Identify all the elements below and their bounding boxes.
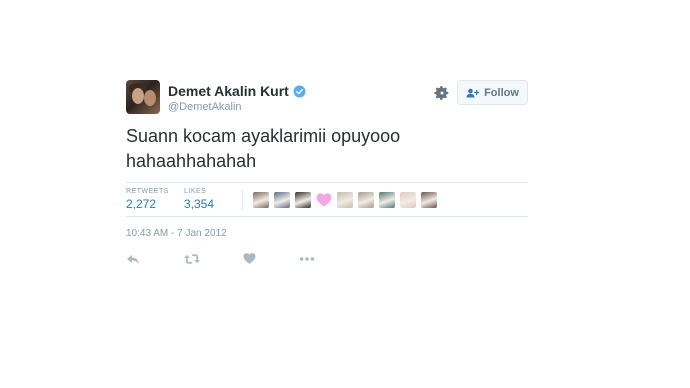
liker-avatar[interactable] <box>379 192 395 208</box>
tweet-header: Demet Akalin Kurt @DemetAkalin Follow <box>126 78 528 116</box>
gear-icon[interactable] <box>434 85 450 101</box>
liker-avatar[interactable] <box>400 192 416 208</box>
liker-avatar[interactable] <box>358 192 374 208</box>
avatar-face-right <box>144 90 156 106</box>
follow-button[interactable]: Follow <box>457 80 528 105</box>
likers-avatars <box>253 192 442 208</box>
liker-avatar[interactable] <box>295 192 311 208</box>
avatar-face-left <box>132 88 144 104</box>
reply-icon[interactable] <box>126 252 140 266</box>
likes-label: LIKES <box>184 188 207 195</box>
liker-avatar[interactable] <box>253 192 269 208</box>
author-name-row[interactable]: Demet Akalin Kurt <box>168 83 306 99</box>
likes-count: 3,354 <box>184 197 215 211</box>
tweet-text: Suann kocam ayaklarimii opuyooo hahaahha… <box>126 124 528 174</box>
likes-stat[interactable]: LIKES 3,354 <box>184 188 214 211</box>
liker-heart-avatar[interactable] <box>316 192 332 208</box>
tweet-text-line-2: hahaahhahahah <box>126 151 257 171</box>
retweets-stat[interactable]: RETWEETS 2,272 <box>126 188 169 211</box>
author-info: Demet Akalin Kurt @DemetAkalin <box>168 83 306 113</box>
liker-avatar[interactable] <box>337 192 353 208</box>
liker-avatar[interactable] <box>421 192 437 208</box>
follow-button-label: Follow <box>484 86 519 99</box>
author-handle[interactable]: @DemetAkalin <box>168 101 306 113</box>
heart-icon[interactable] <box>243 252 256 265</box>
tweet-stats: RETWEETS 2,272 LIKES 3,354 <box>126 182 528 217</box>
verified-badge-icon <box>293 85 306 97</box>
liker-avatar[interactable] <box>274 192 290 208</box>
retweet-icon[interactable] <box>184 252 200 266</box>
tweet-card: Demet Akalin Kurt @DemetAkalin Follow Su… <box>126 78 528 270</box>
more-options-icon[interactable] <box>299 252 315 266</box>
retweets-count: 2,272 <box>126 197 157 211</box>
stats-divider <box>242 190 243 210</box>
tweet-actions <box>126 252 528 270</box>
retweets-label: RETWEETS <box>126 188 169 195</box>
tweet-text-line-1: Suann kocam ayaklarimii opuyooo <box>126 126 401 146</box>
tweet-timestamp[interactable]: 10:43 AM - 7 Jan 2012 <box>126 228 528 239</box>
add-user-icon <box>466 88 480 97</box>
author-name[interactable]: Demet Akalin Kurt <box>168 83 289 99</box>
author-avatar[interactable] <box>126 80 160 114</box>
